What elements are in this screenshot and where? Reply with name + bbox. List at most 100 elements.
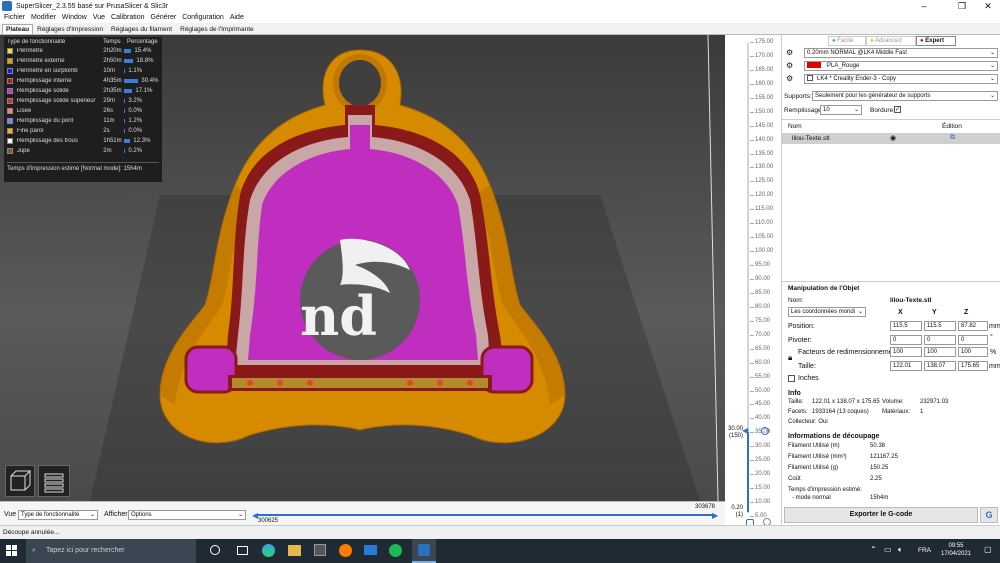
brim-checkbox[interactable]: ✓ bbox=[894, 106, 901, 113]
upper-thumb-icon[interactable]: ◀ bbox=[742, 427, 754, 435]
filament-profile-select[interactable]: PLA_Rouge ⌄ bbox=[804, 61, 998, 71]
legend-feature-time: 2h35m bbox=[103, 88, 122, 94]
mode-easy-button[interactable]: ● Facile bbox=[828, 36, 866, 46]
rotate-x[interactable]: 0 bbox=[890, 335, 922, 345]
superslicer-taskbar-icon[interactable] bbox=[412, 539, 436, 563]
afficher-dropdown[interactable]: Options ⌄ bbox=[128, 510, 246, 520]
printer-profile-select[interactable]: LK4 * Creality Ender-3 - Copy ⌄ bbox=[804, 74, 998, 84]
clock-date: 17/04/2021 bbox=[940, 551, 972, 557]
task-view-icon[interactable] bbox=[237, 546, 248, 555]
menu-generer[interactable]: Générer bbox=[151, 14, 177, 21]
layer-tick-mark bbox=[750, 460, 754, 462]
tray-chevron-icon[interactable]: ⌃ bbox=[870, 545, 877, 554]
menu-calibration[interactable]: Calibration bbox=[111, 14, 144, 21]
object-row[interactable]: lilou-Texte.stl ◉ ⧉ bbox=[782, 133, 1000, 144]
legend-row[interactable]: Remplissage du pont 11m 1.2% bbox=[7, 116, 159, 126]
supports-select[interactable]: Seulement pour les générateur de support… bbox=[812, 91, 998, 101]
coords-value: Les coordonnées mondi bbox=[791, 309, 856, 315]
tab-print-settings[interactable]: Réglages d'Impression bbox=[33, 24, 107, 34]
brim-label: Bordure: bbox=[870, 107, 895, 114]
edge-icon[interactable] bbox=[262, 544, 275, 557]
legend-row[interactable]: Remplissage des trous 1h51m 12.3% bbox=[7, 136, 159, 146]
tab-filament-settings[interactable]: Réglages du filament bbox=[107, 24, 176, 34]
mode-expert-button[interactable]: ● Expert bbox=[916, 36, 956, 46]
language-indicator[interactable]: FRA bbox=[918, 547, 931, 554]
layer-tick-mark bbox=[750, 446, 754, 448]
position-z[interactable]: 87.82 bbox=[958, 321, 988, 331]
size-y[interactable]: 138.07 bbox=[924, 361, 956, 371]
vue-dropdown[interactable]: Type de fonctionnalité ⌄ bbox=[18, 510, 98, 520]
print-settings-icon[interactable]: ⚙ bbox=[786, 48, 796, 58]
printer-settings-icon[interactable]: ⚙ bbox=[786, 74, 798, 84]
legend-row[interactable]: Remplissage interne 4h35m 30.4% bbox=[7, 76, 159, 86]
mail-icon[interactable] bbox=[364, 545, 377, 555]
legend-row[interactable]: Lisée 26s 0.0% bbox=[7, 106, 159, 116]
layer-tick-label: 100.00 bbox=[755, 248, 774, 255]
maximize-button[interactable]: ❐ bbox=[950, 0, 974, 12]
menu-vue[interactable]: Vue bbox=[93, 14, 105, 21]
legend-bar bbox=[124, 139, 131, 143]
horizontal-slider[interactable] bbox=[255, 514, 715, 516]
legend-row[interactable]: Périmètre en surplomb 10m 1.1% bbox=[7, 66, 159, 76]
store-icon[interactable] bbox=[314, 544, 326, 556]
legend-bar bbox=[124, 69, 126, 73]
minimize-button[interactable]: – bbox=[912, 0, 936, 12]
upper-cog-icon[interactable] bbox=[761, 427, 769, 435]
position-x[interactable]: 115.5 bbox=[890, 321, 922, 331]
layer-slider[interactable]: 175.00 170.00 165.00 160.00 155.00 150.00 145.… bbox=[725, 35, 780, 527]
rotate-y[interactable]: 0 bbox=[924, 335, 956, 345]
layer-tick-mark bbox=[750, 237, 754, 239]
position-y[interactable]: 115.5 bbox=[924, 321, 956, 331]
windows-start-icon[interactable] bbox=[6, 545, 18, 557]
layers-view-icon[interactable] bbox=[38, 465, 70, 497]
hslider-right-thumb[interactable]: ▶ bbox=[712, 511, 718, 520]
cube-view-icon[interactable] bbox=[5, 465, 35, 497]
legend-row[interactable]: Remplissage solide 2h35m 17.1% bbox=[7, 86, 159, 96]
legend-row[interactable]: Périmètre 2h20m 15.4% bbox=[7, 46, 159, 56]
axis-y: Y bbox=[932, 309, 937, 316]
print-profile-select[interactable]: 0.20mm NORMAL @LK4 Middle Fast ⌄ bbox=[804, 48, 998, 58]
slice-info-value: 2.25 bbox=[870, 476, 882, 482]
lock-scale-icon[interactable]: 🔒︎ bbox=[788, 353, 792, 363]
eye-icon[interactable]: ◉ bbox=[890, 134, 896, 142]
spotify-icon[interactable] bbox=[389, 544, 402, 557]
network-icon[interactable]: ▭ bbox=[884, 545, 892, 554]
rotate-z[interactable]: 0 bbox=[958, 335, 988, 345]
menu-modifier[interactable]: Modifier bbox=[31, 14, 56, 21]
scale-z[interactable]: 100 bbox=[958, 347, 988, 357]
search-input[interactable]: ⌕ Tapez ici pour rechercher bbox=[26, 539, 196, 563]
legend-feature-time: 2m bbox=[103, 148, 112, 154]
notifications-icon[interactable]: ▢ bbox=[984, 545, 992, 554]
menu-aide[interactable]: Aide bbox=[230, 14, 244, 21]
info-size: 122.01 x 138.07 x 175.65 bbox=[812, 399, 880, 405]
legend-row[interactable]: Remplissage solide supérieur 29m 3.2% bbox=[7, 96, 159, 106]
menu-window[interactable]: Window bbox=[62, 14, 87, 21]
info-materials: 1 bbox=[920, 409, 924, 415]
file-explorer-icon[interactable] bbox=[288, 545, 301, 556]
mode-advanced-button[interactable]: ● Advanced bbox=[866, 36, 916, 46]
legend-row[interactable]: Jupe 2m 0.2% bbox=[7, 146, 159, 156]
send-gcode-icon[interactable]: G bbox=[980, 507, 998, 523]
menu-fichier[interactable]: Fichier bbox=[4, 14, 25, 21]
export-gcode-button[interactable]: Exporter le G-code bbox=[784, 507, 978, 523]
firefox-icon[interactable] bbox=[339, 544, 352, 557]
cortana-icon[interactable] bbox=[210, 545, 220, 555]
size-x[interactable]: 122.01 bbox=[890, 361, 922, 371]
edit-icon[interactable]: ⧉ bbox=[950, 134, 955, 142]
close-button[interactable]: ✕ bbox=[976, 0, 1000, 12]
legend-row[interactable]: Périmètre externe 2h50m 18.8% bbox=[7, 56, 159, 66]
menu-configuration[interactable]: Configuration bbox=[182, 14, 224, 21]
scale-y[interactable]: 100 bbox=[924, 347, 956, 357]
tab-plateau[interactable]: Plateau bbox=[2, 24, 34, 34]
clock[interactable]: 09:55 17/04/2021 bbox=[936, 542, 976, 558]
filament-settings-icon[interactable]: ⚙ bbox=[786, 61, 798, 71]
infill-select[interactable]: 10 ⌄ bbox=[820, 105, 862, 115]
scale-x[interactable]: 100 bbox=[890, 347, 922, 357]
volume-icon[interactable]: 🔈︎ bbox=[898, 545, 903, 555]
tab-printer-settings[interactable]: Réglages de l'Imprimante bbox=[176, 24, 258, 34]
legend-row[interactable]: Fine paroi 2s 0.0% bbox=[7, 126, 159, 136]
size-z[interactable]: 175.65 bbox=[958, 361, 988, 371]
legend-feature-time: 11m bbox=[103, 118, 115, 124]
inches-checkbox[interactable] bbox=[788, 375, 795, 382]
coords-select[interactable]: Les coordonnées mondi ⌄ bbox=[788, 307, 866, 317]
